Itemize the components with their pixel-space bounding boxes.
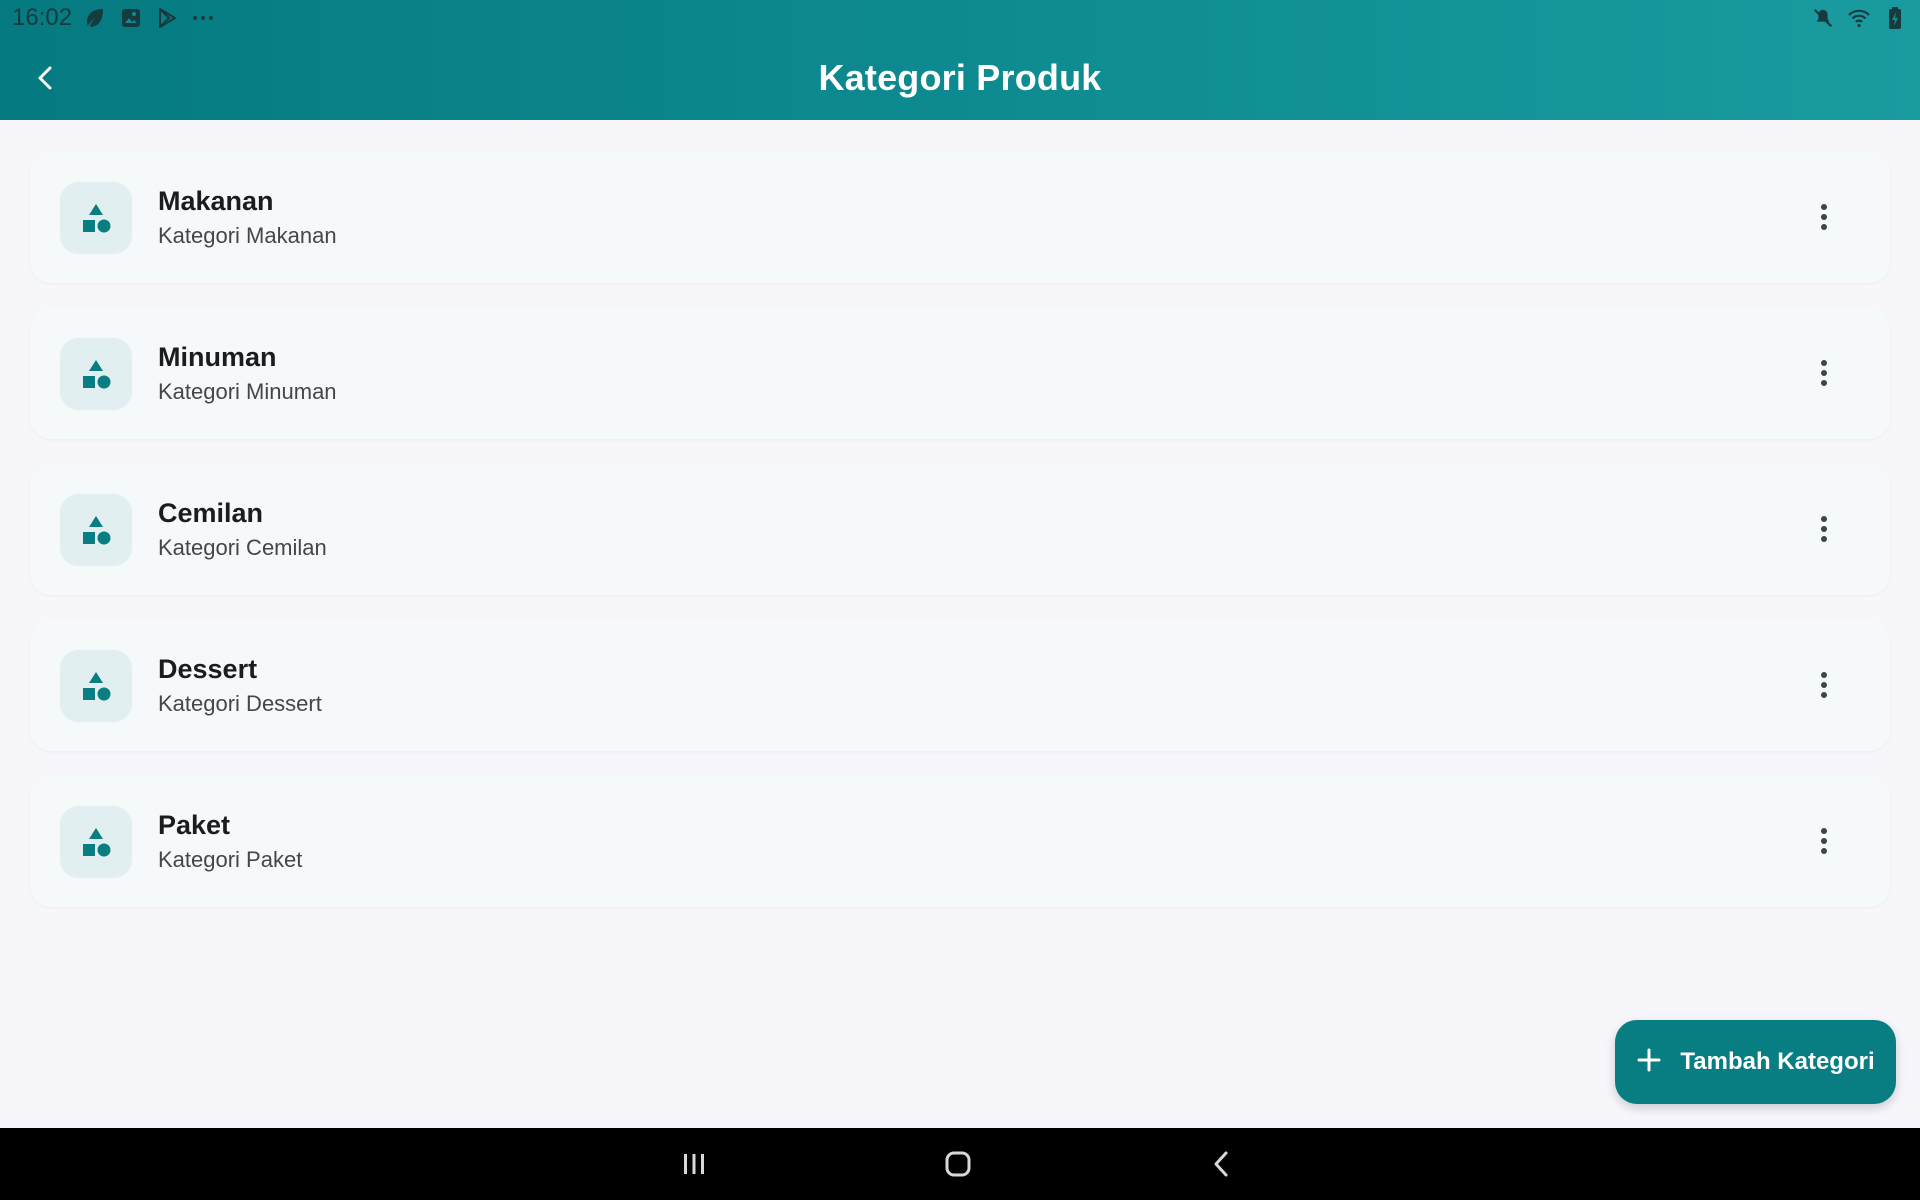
- category-shapes-icon: [60, 805, 132, 878]
- category-description: Kategori Makanan: [158, 223, 337, 248]
- wifi-icon: [1846, 5, 1872, 31]
- category-card-cemilan[interactable]: Cemilan Kategori Cemilan: [30, 464, 1890, 595]
- category-card-makanan[interactable]: Makanan Kategori Makanan: [30, 152, 1890, 283]
- system-nav-bar: [0, 1128, 1920, 1200]
- category-description: Kategori Cemilan: [158, 535, 327, 560]
- status-left: 16:02: [12, 4, 216, 32]
- back-arrow-icon[interactable]: [20, 52, 72, 104]
- category-name: Minuman: [158, 342, 277, 372]
- home-icon[interactable]: [928, 1134, 988, 1194]
- category-name: Paket: [158, 810, 231, 840]
- add-category-label: Tambah Kategori: [1680, 1048, 1875, 1075]
- category-list: Makanan Kategori Makanan Minuman Kategor…: [30, 152, 1890, 907]
- category-name: Dessert: [158, 654, 258, 684]
- category-card-paket[interactable]: Paket Kategori Paket: [30, 776, 1890, 907]
- plus-icon: [1636, 1047, 1662, 1078]
- category-description: Kategori Minuman: [158, 379, 337, 404]
- status-bar: 16:02: [0, 0, 1920, 36]
- mute-icon: [1810, 5, 1836, 31]
- back-icon[interactable]: [1192, 1134, 1252, 1194]
- status-time: 16:02: [12, 4, 73, 31]
- recents-icon[interactable]: [664, 1134, 724, 1194]
- play-store-icon: [154, 5, 180, 31]
- category-card-dessert[interactable]: Dessert Kategori Dessert: [30, 620, 1890, 751]
- more-dots-icon: [190, 5, 216, 31]
- category-shapes-icon: [60, 649, 132, 722]
- category-description: Kategori Paket: [158, 847, 303, 872]
- category-shapes-icon: [60, 493, 132, 566]
- leaf-icon: [82, 5, 108, 31]
- page-title: Kategori Produk: [818, 57, 1102, 98]
- category-description: Kategori Dessert: [158, 691, 322, 716]
- more-vert-icon[interactable]: [1796, 189, 1852, 245]
- battery-icon: [1882, 5, 1908, 31]
- more-vert-icon[interactable]: [1796, 813, 1852, 869]
- more-vert-icon[interactable]: [1796, 657, 1852, 713]
- toolbar: Kategori Produk: [0, 36, 1920, 120]
- add-category-button[interactable]: Tambah Kategori: [1615, 1020, 1896, 1104]
- status-right: [1810, 5, 1908, 31]
- category-name: Cemilan: [158, 498, 264, 528]
- category-shapes-icon: [60, 181, 132, 254]
- category-shapes-icon: [60, 337, 132, 410]
- gallery-icon: [118, 5, 144, 31]
- category-card-minuman[interactable]: Minuman Kategori Minuman: [30, 308, 1890, 439]
- app-bar: 16:02 Kategori Produk: [0, 0, 1920, 120]
- more-vert-icon[interactable]: [1796, 345, 1852, 401]
- more-vert-icon[interactable]: [1796, 501, 1852, 557]
- category-name: Makanan: [158, 186, 274, 216]
